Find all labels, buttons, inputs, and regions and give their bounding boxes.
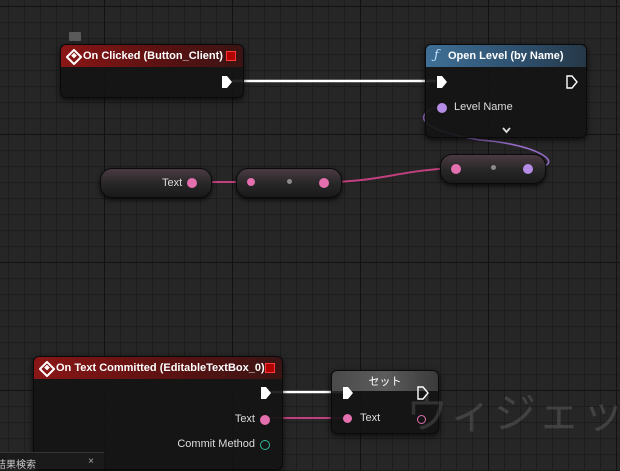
on-text-committed-title: On Text Committed (EditableTextBox_0) [56,362,265,374]
find-results-tab[interactable]: 結果検索 × [0,452,104,471]
conversion-in-pin[interactable] [247,178,255,186]
conversion2-out-pin[interactable] [523,164,533,174]
set-node-title: セット [368,376,402,388]
event-delegate-pin[interactable] [226,51,236,61]
open-level-node[interactable]: ƒ Open Level (by Name) Level Name [425,44,587,138]
on-clicked-event-node[interactable]: On Clicked (Button_Client) [60,44,244,98]
editor-watermark: ウィジェッ [405,389,620,438]
function-icon: ƒ [434,48,439,63]
on-clicked-header[interactable]: On Clicked (Button_Client) [61,45,243,67]
conversion-out-pin[interactable] [319,178,329,188]
level-name-label: Level Name [454,101,513,113]
text-out-pin[interactable] [187,178,197,188]
conversion2-in-pin[interactable] [451,164,461,174]
set-text-in-pin[interactable] [343,414,352,423]
text-output-label: Text [234,413,255,425]
on-clicked-title: On Clicked (Button_Client) [83,50,223,62]
text-wire-2 [325,167,456,183]
text-variable-node[interactable]: Text [100,168,212,198]
open-level-header[interactable]: ƒ Open Level (by Name) [426,45,586,67]
level-name-pin[interactable] [437,103,447,113]
exec-out-pin[interactable] [260,386,272,400]
exec-out-pin[interactable] [221,75,233,89]
comment-bubble-icon[interactable] [69,32,81,41]
expand-chevron-icon[interactable] [502,121,511,134]
exec-in-pin[interactable] [342,386,354,400]
conversion-node-2[interactable] [440,154,546,184]
open-level-title: Open Level (by Name) [448,50,564,62]
on-text-committed-header[interactable]: On Text Committed (EditableTextBox_0) [34,357,282,379]
set-text-label: Text [360,412,381,424]
close-icon[interactable]: × [88,456,94,467]
text-output-pin[interactable] [260,415,270,425]
event-icon [65,48,83,66]
exec-out-pin[interactable] [566,75,578,89]
conversion-center-dot [287,179,292,184]
find-results-tab-label: 結果検索 [0,460,36,471]
commit-method-pin[interactable] [260,440,270,450]
text-variable-label: Text [162,177,183,189]
exec-in-pin[interactable] [436,75,448,89]
commit-method-label: Commit Method [177,438,255,450]
conversion-node-1[interactable] [236,168,342,198]
conversion2-center-dot [491,165,496,170]
event-icon [38,360,56,378]
event-delegate-pin[interactable] [265,363,275,373]
